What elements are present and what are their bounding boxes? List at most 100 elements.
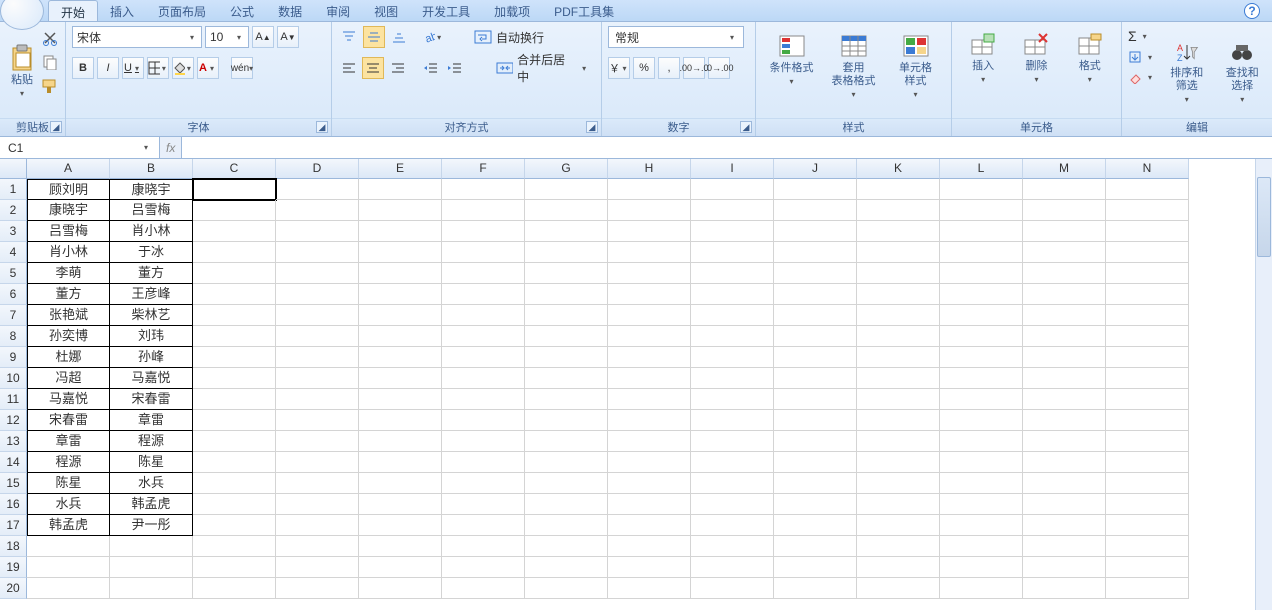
- cell[interactable]: [857, 494, 940, 515]
- cell[interactable]: [525, 536, 608, 557]
- cell[interactable]: [691, 263, 774, 284]
- cell[interactable]: [608, 494, 691, 515]
- cell[interactable]: [857, 368, 940, 389]
- cell[interactable]: [359, 263, 442, 284]
- cell[interactable]: [442, 242, 525, 263]
- cell[interactable]: [1023, 200, 1106, 221]
- align-left-button[interactable]: [338, 57, 359, 79]
- row-header[interactable]: 13: [0, 431, 27, 452]
- cell[interactable]: [857, 263, 940, 284]
- cell[interactable]: [193, 494, 276, 515]
- cell[interactable]: [1106, 221, 1189, 242]
- row-header[interactable]: 7: [0, 305, 27, 326]
- cell[interactable]: 水兵: [110, 473, 193, 494]
- tab-开发工具[interactable]: 开发工具: [410, 0, 482, 21]
- orientation-button[interactable]: ab▾: [422, 26, 444, 48]
- cell[interactable]: [940, 494, 1023, 515]
- tab-插入[interactable]: 插入: [98, 0, 146, 21]
- cell[interactable]: 李萌: [27, 263, 110, 284]
- cell[interactable]: [608, 326, 691, 347]
- fx-icon[interactable]: fx: [166, 141, 175, 155]
- cell[interactable]: [193, 515, 276, 536]
- cell[interactable]: [525, 515, 608, 536]
- cell[interactable]: [774, 200, 857, 221]
- cell[interactable]: [442, 221, 525, 242]
- find-select-button[interactable]: 查找和 选择▾: [1219, 28, 1267, 116]
- cell[interactable]: [193, 326, 276, 347]
- cell[interactable]: [940, 263, 1023, 284]
- cell[interactable]: [608, 536, 691, 557]
- row-header[interactable]: 18: [0, 536, 27, 557]
- cell[interactable]: [774, 263, 857, 284]
- cell[interactable]: [1106, 536, 1189, 557]
- clear-button[interactable]: ▾: [1128, 70, 1155, 84]
- row-header[interactable]: 9: [0, 347, 27, 368]
- cell[interactable]: [857, 557, 940, 578]
- cell[interactable]: [1106, 200, 1189, 221]
- cell[interactable]: [442, 389, 525, 410]
- cell[interactable]: [774, 284, 857, 305]
- cell[interactable]: [276, 221, 359, 242]
- cell[interactable]: [1023, 473, 1106, 494]
- cell[interactable]: 水兵: [27, 494, 110, 515]
- conditional-format-button[interactable]: 条件格式▾: [765, 28, 819, 90]
- cell[interactable]: [359, 242, 442, 263]
- cell[interactable]: [857, 347, 940, 368]
- cell[interactable]: 陈星: [27, 473, 110, 494]
- cell[interactable]: [193, 410, 276, 431]
- cell[interactable]: [359, 179, 442, 200]
- cell[interactable]: [193, 221, 276, 242]
- cell[interactable]: [193, 200, 276, 221]
- cell[interactable]: [691, 305, 774, 326]
- tab-开始[interactable]: 开始: [48, 0, 98, 21]
- cell[interactable]: [691, 431, 774, 452]
- cell[interactable]: 孙奕博: [27, 326, 110, 347]
- cell[interactable]: [691, 515, 774, 536]
- cell[interactable]: [940, 473, 1023, 494]
- cell[interactable]: [442, 200, 525, 221]
- cell[interactable]: [442, 452, 525, 473]
- cell[interactable]: [1023, 347, 1106, 368]
- cell[interactable]: [442, 326, 525, 347]
- cell[interactable]: [940, 578, 1023, 599]
- cell[interactable]: [359, 347, 442, 368]
- cell[interactable]: 章雷: [110, 410, 193, 431]
- cell[interactable]: [525, 200, 608, 221]
- cell[interactable]: [525, 263, 608, 284]
- cell[interactable]: [857, 326, 940, 347]
- cell[interactable]: [1023, 410, 1106, 431]
- cell[interactable]: 杜娜: [27, 347, 110, 368]
- tab-审阅[interactable]: 审阅: [314, 0, 362, 21]
- cell[interactable]: [193, 179, 276, 200]
- cell[interactable]: [1023, 536, 1106, 557]
- cell[interactable]: [1023, 578, 1106, 599]
- cell[interactable]: [359, 368, 442, 389]
- cell[interactable]: [110, 578, 193, 599]
- cell[interactable]: [359, 515, 442, 536]
- cell[interactable]: [774, 452, 857, 473]
- fill-color-button[interactable]: ▾: [172, 57, 194, 79]
- align-center-button[interactable]: [362, 57, 383, 79]
- dialog-launcher-icon[interactable]: ◢: [740, 121, 752, 133]
- cell[interactable]: [193, 242, 276, 263]
- cell[interactable]: [1106, 179, 1189, 200]
- cell[interactable]: [525, 473, 608, 494]
- increase-indent-button[interactable]: [445, 57, 466, 79]
- cell[interactable]: 吕雪梅: [110, 200, 193, 221]
- cell[interactable]: [193, 284, 276, 305]
- cell[interactable]: [359, 284, 442, 305]
- column-header[interactable]: G: [525, 159, 608, 179]
- number-format-combo[interactable]: 常规▾: [608, 26, 744, 48]
- cell[interactable]: [359, 326, 442, 347]
- cell[interactable]: [193, 389, 276, 410]
- cell[interactable]: [608, 242, 691, 263]
- cell[interactable]: [1106, 494, 1189, 515]
- cell[interactable]: 王彦峰: [110, 284, 193, 305]
- cell[interactable]: [359, 536, 442, 557]
- insert-cells-button[interactable]: 插入▾: [958, 28, 1008, 88]
- cell[interactable]: [608, 179, 691, 200]
- cell[interactable]: [608, 200, 691, 221]
- row-header[interactable]: 3: [0, 221, 27, 242]
- cell[interactable]: [857, 179, 940, 200]
- cell[interactable]: [1023, 179, 1106, 200]
